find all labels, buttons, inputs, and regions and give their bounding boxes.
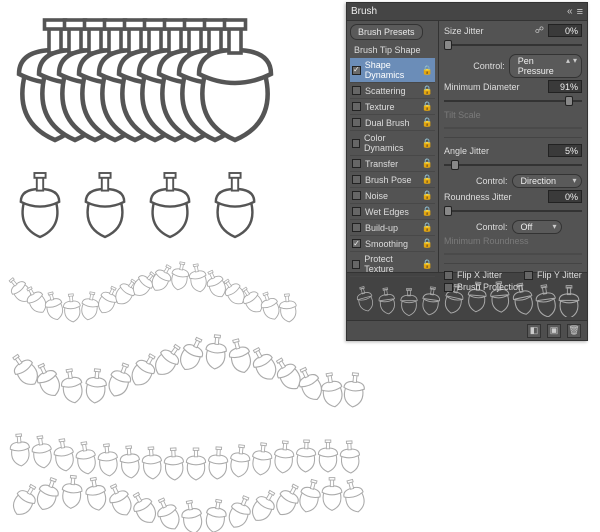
size-control-select[interactable]: Pen Pressure▴ [509,54,582,78]
option-label: Build-up [365,223,398,233]
roundness-jitter-label: Roundness Jitter [444,192,544,202]
option-smoothing[interactable]: Smoothing 🔒 [350,236,435,252]
angle-control-select[interactable]: Direction [512,174,582,188]
option-noise[interactable]: Noise 🔒 [350,188,435,204]
option-checkbox[interactable] [352,86,361,95]
min-roundness-slider [444,248,582,260]
option-label: Brush Pose [365,175,412,185]
brush-projection-checkbox[interactable] [444,283,453,292]
lock-icon[interactable]: 🔒 [422,117,433,128]
flip-x-checkbox[interactable] [444,271,453,280]
option-color-dynamics[interactable]: Color Dynamics 🔒 [350,131,435,156]
option-scattering[interactable]: Scattering 🔒 [350,83,435,99]
sample-row-2 [21,173,254,237]
angle-jitter-value[interactable]: 5% [548,144,582,157]
option-texture[interactable]: Texture 🔒 [350,99,435,115]
option-label: Color Dynamics [364,133,418,153]
panel-footer: ◧ ▣ 🗑 [347,320,587,340]
option-checkbox[interactable] [352,159,361,168]
panel-header: Brush « ≡ [347,3,587,21]
option-brush-pose[interactable]: Brush Pose 🔒 [350,172,435,188]
panel-menu-icon[interactable]: ≡ [577,6,583,18]
shape-dynamics-settings: Size Jitter ☍ 0% Control: Pen Pressure▴ … [439,21,587,272]
panel-title: Brush [351,6,377,17]
sample-row-1 [19,20,271,140]
lock-icon[interactable]: 🔒 [422,101,433,112]
brush-presets-button[interactable]: Brush Presets [350,24,423,40]
brush-projection-label: Brush Projection [457,282,523,292]
control-label-2: Control: [476,176,508,186]
roundness-jitter-value[interactable]: 0% [548,190,582,203]
angle-jitter-slider[interactable] [444,159,582,171]
min-diameter-label: Minimum Diameter [444,82,544,92]
option-checkbox[interactable] [352,139,360,148]
option-label: Dual Brush [365,118,410,128]
lock-icon[interactable]: 🔒 [422,85,433,96]
lock-icon[interactable]: 🔒 [422,190,433,201]
option-label: Smoothing [365,239,408,249]
lock-icon[interactable]: 🔒 [422,174,433,185]
tilt-scale-label: Tilt Scale [444,110,582,120]
tilt-scale-slider [444,122,582,134]
option-checkbox[interactable] [352,260,360,269]
lock-icon[interactable]: 🔒 [422,222,433,233]
option-checkbox[interactable] [352,207,361,216]
toggle-preview-icon[interactable]: ◧ [527,324,541,338]
new-brush-icon[interactable]: ▣ [547,324,561,338]
sample-row-4 [7,334,366,408]
lock-icon[interactable]: 🔒 [422,206,433,217]
control-label-3: Control: [476,222,508,232]
min-diameter-slider[interactable] [444,95,582,107]
angle-jitter-label: Angle Jitter [444,146,544,156]
trash-icon[interactable]: 🗑 [567,324,581,338]
sample-row-6 [8,475,367,532]
link-icon[interactable]: ☍ [535,25,544,36]
option-checkbox[interactable] [352,191,361,200]
lock-icon[interactable]: 🔒 [422,65,433,76]
option-checkbox[interactable] [352,175,361,184]
option-label: Shape Dynamics [365,60,418,80]
size-jitter-value[interactable]: 0% [548,24,582,37]
option-shape-dynamics[interactable]: Shape Dynamics 🔒 [350,58,435,83]
collapse-icon[interactable]: « [567,6,573,17]
flip-y-checkbox[interactable] [524,271,533,280]
min-diameter-value[interactable]: 91% [548,80,582,93]
option-checkbox[interactable] [352,239,361,248]
lock-icon[interactable]: 🔒 [422,158,433,169]
lock-icon[interactable]: 🔒 [422,138,433,149]
option-list: Brush Presets Brush Tip Shape Shape Dyna… [347,21,439,272]
size-jitter-slider[interactable] [444,39,582,51]
option-checkbox[interactable] [352,66,361,75]
option-label: Wet Edges [365,207,409,217]
option-dual-brush[interactable]: Dual Brush 🔒 [350,115,435,131]
option-label: Transfer [365,159,398,169]
option-wet-edges[interactable]: Wet Edges 🔒 [350,204,435,220]
option-protect-texture[interactable]: Protect Texture 🔒 [350,252,435,277]
control-label: Control: [473,61,505,71]
size-jitter-label: Size Jitter [444,26,531,36]
option-label: Scattering [365,86,406,96]
option-label: Protect Texture [364,254,418,274]
roundness-control-select[interactable]: Off [512,220,562,234]
option-checkbox[interactable] [352,223,361,232]
min-roundness-label: Minimum Roundness [444,236,582,246]
lock-icon[interactable]: 🔒 [422,259,433,270]
sample-row-3 [5,261,298,323]
lock-icon[interactable]: 🔒 [422,238,433,249]
roundness-jitter-slider[interactable] [444,205,582,217]
option-checkbox[interactable] [352,102,361,111]
option-transfer[interactable]: Transfer 🔒 [350,156,435,172]
flip-x-label: Flip X Jitter [457,270,502,280]
brush-tip-shape[interactable]: Brush Tip Shape [350,42,435,58]
option-build-up[interactable]: Build-up 🔒 [350,220,435,236]
option-label: Noise [365,191,388,201]
option-label: Texture [365,102,395,112]
sample-row-5 [9,433,360,480]
flip-y-label: Flip Y Jitter [537,270,582,280]
option-checkbox[interactable] [352,118,361,127]
brush-panel: Brush « ≡ Brush Presets Brush Tip Shape … [346,2,588,341]
